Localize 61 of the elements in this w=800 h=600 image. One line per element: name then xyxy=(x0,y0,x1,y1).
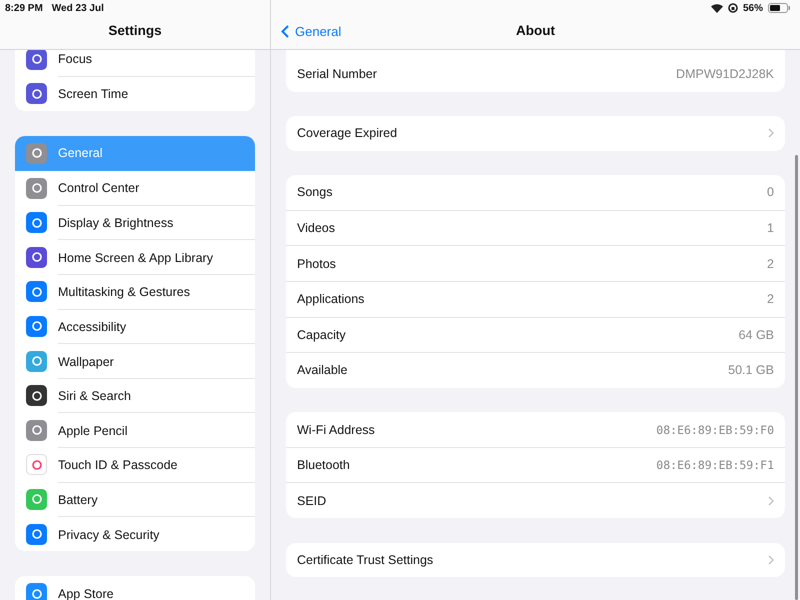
settings-icon xyxy=(26,316,47,337)
sidebar-item[interactable]: Focus xyxy=(15,50,255,77)
status-date: Wed 23 Jul xyxy=(52,2,104,14)
row-value: 64 GB xyxy=(738,328,774,342)
battery-icon xyxy=(768,3,790,13)
sidebar-item[interactable]: Siri & Search xyxy=(15,378,255,413)
row-label: Applications xyxy=(297,292,364,306)
row-value: 0 xyxy=(767,185,774,200)
row-label: Wi-Fi Address xyxy=(297,422,375,437)
row-value: 1 xyxy=(767,221,774,236)
settings-icon xyxy=(26,454,47,476)
sidebar-item[interactable]: Home Screen & App Library xyxy=(15,240,255,275)
sidebar-item[interactable]: App Store xyxy=(15,576,255,600)
row-label[interactable]: Coverage Expired xyxy=(297,126,398,140)
sidebar-item[interactable]: Control Center xyxy=(15,170,255,206)
row-value: 2 xyxy=(767,292,774,306)
settings-icon xyxy=(26,212,47,234)
settings-icon xyxy=(26,420,47,441)
row-label: Videos xyxy=(297,221,335,236)
sidebar-item[interactable]: Touch ID & Passcode xyxy=(15,448,255,482)
row-value: 2 xyxy=(767,256,774,271)
sidebar-item[interactable]: Wallpaper xyxy=(15,344,255,378)
wifi-icon xyxy=(710,4,723,12)
row-label: Photos xyxy=(297,256,336,271)
sidebar-item[interactable]: Accessibility xyxy=(15,309,255,344)
row-value: DMPW91D2J28K xyxy=(676,67,774,82)
settings-icon xyxy=(26,246,47,268)
row-value: 08:E6:89:EB:59:F0 xyxy=(656,422,774,437)
battery-percent: 56% xyxy=(742,2,763,14)
page-title: About xyxy=(516,23,555,38)
row-value: 08:E6:89:EB:59:F1 xyxy=(656,458,774,472)
sidebar-item[interactable]: Screen Time xyxy=(15,76,255,112)
settings-icon xyxy=(26,488,47,510)
row-label: Bluetooth xyxy=(297,458,350,472)
orientation-lock-icon xyxy=(728,3,738,13)
row-value: 50.1 GB xyxy=(728,363,774,378)
sidebar-item[interactable]: Apple Pencil xyxy=(15,412,255,448)
settings-icon xyxy=(26,350,47,372)
back-chevron-icon xyxy=(281,25,289,38)
row-label: Available xyxy=(297,363,348,378)
chevron-icon xyxy=(768,496,774,506)
chevron-icon xyxy=(768,554,774,565)
row-label: Songs xyxy=(297,185,332,200)
settings-icon xyxy=(26,524,47,545)
back-button[interactable]: General xyxy=(281,24,342,39)
row-label[interactable]: Certificate Trust Settings xyxy=(297,552,434,567)
settings-icon xyxy=(26,281,47,302)
sidebar-item[interactable]: Multitasking & Gestures xyxy=(15,274,255,310)
settings-icon xyxy=(26,142,47,164)
status-time: 8:29 PM xyxy=(5,2,43,14)
sidebar-item[interactable]: Battery xyxy=(15,482,255,517)
settings-icon xyxy=(26,178,47,199)
row-label[interactable]: SEID xyxy=(297,494,326,508)
chevron-icon xyxy=(768,128,774,138)
sidebar-title: Settings xyxy=(108,23,162,38)
row-label: Capacity xyxy=(297,328,346,342)
row-label: Serial Number xyxy=(297,67,377,82)
sidebar-item[interactable]: Display & Brightness xyxy=(15,205,255,240)
settings-icon xyxy=(26,385,47,406)
sidebar-item[interactable]: Privacy & Security xyxy=(15,516,255,552)
settings-icon xyxy=(26,83,47,104)
